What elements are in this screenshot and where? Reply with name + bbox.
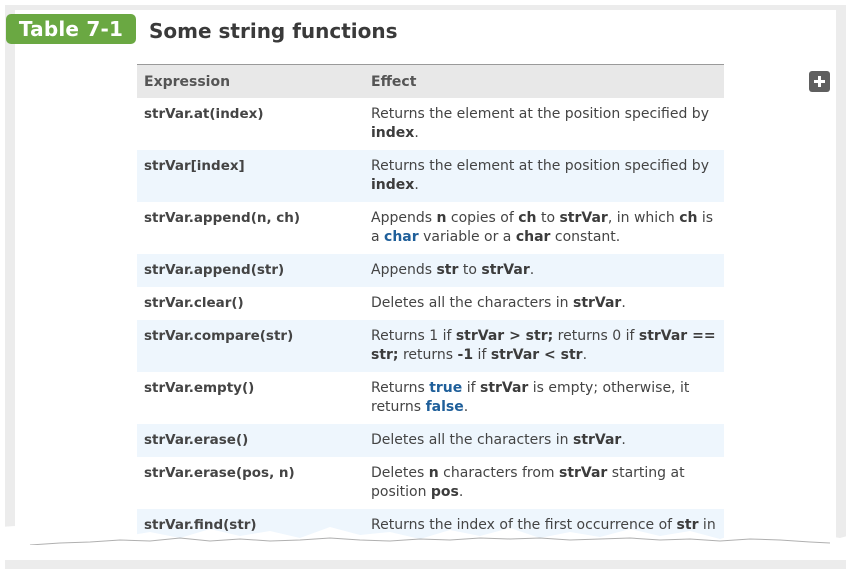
table-row: strVar.append(str) Appends str to strVar… — [137, 254, 724, 287]
expression-cell: strVar.clear() — [144, 295, 244, 311]
table-row: strVar.erase() Deletes all the character… — [137, 424, 724, 457]
effect-cell: Appends str to strVar. — [371, 262, 535, 278]
table-row: strVar.append(n, ch) Appends n copies of… — [137, 202, 724, 254]
expression-cell: strVar.at(index) — [144, 106, 264, 122]
table-number-badge: Table 7-1 — [6, 14, 136, 44]
effect-cell: Appends n copies of ch to strVar, in whi… — [371, 210, 714, 245]
effect-cell: Returns true if strVar is empty; otherwi… — [371, 380, 690, 415]
table-header-row: Expression Effect — [137, 64, 724, 98]
effect-cell: Returns the element at the position spec… — [371, 106, 709, 141]
expression-cell: strVar.empty() — [144, 380, 255, 396]
string-functions-table: Expression Effect strVar.at(index) Retur… — [137, 64, 724, 540]
expression-cell: strVar.compare(str) — [144, 328, 294, 344]
effect-cell: Returns 1 if strVar > str; returns 0 if … — [371, 328, 716, 363]
effect-cell: Returns the element at the position spec… — [371, 158, 709, 193]
table-row: strVar.empty() Returns true if strVar is… — [137, 372, 724, 424]
table-caption: Some string functions — [149, 19, 398, 43]
table-row: strVar.clear() Deletes all the character… — [137, 287, 724, 320]
effect-cell: Deletes n characters from strVar startin… — [371, 465, 685, 500]
table-row: strVar.erase(pos, n) Deletes n character… — [137, 457, 724, 509]
expand-plus-icon[interactable] — [809, 71, 830, 92]
column-header-expression: Expression — [144, 73, 231, 90]
effect-cell: Deletes all the characters in strVar. — [371, 295, 626, 311]
expression-cell: strVar.append(str) — [144, 262, 285, 278]
table-row: strVar.at(index) Returns the element at … — [137, 98, 724, 150]
expression-cell: strVar.erase(pos, n) — [144, 465, 295, 481]
expression-cell: strVar.erase() — [144, 432, 249, 448]
expression-cell: strVar.append(n, ch) — [144, 210, 301, 226]
torn-edge — [0, 525, 851, 569]
effect-cell: Deletes all the characters in strVar. — [371, 432, 626, 448]
expression-cell: strVar[index] — [144, 158, 245, 174]
table-row: strVar.compare(str) Returns 1 if strVar … — [137, 320, 724, 372]
table-row: strVar[index] Returns the element at the… — [137, 150, 724, 202]
column-header-effect: Effect — [371, 73, 417, 90]
